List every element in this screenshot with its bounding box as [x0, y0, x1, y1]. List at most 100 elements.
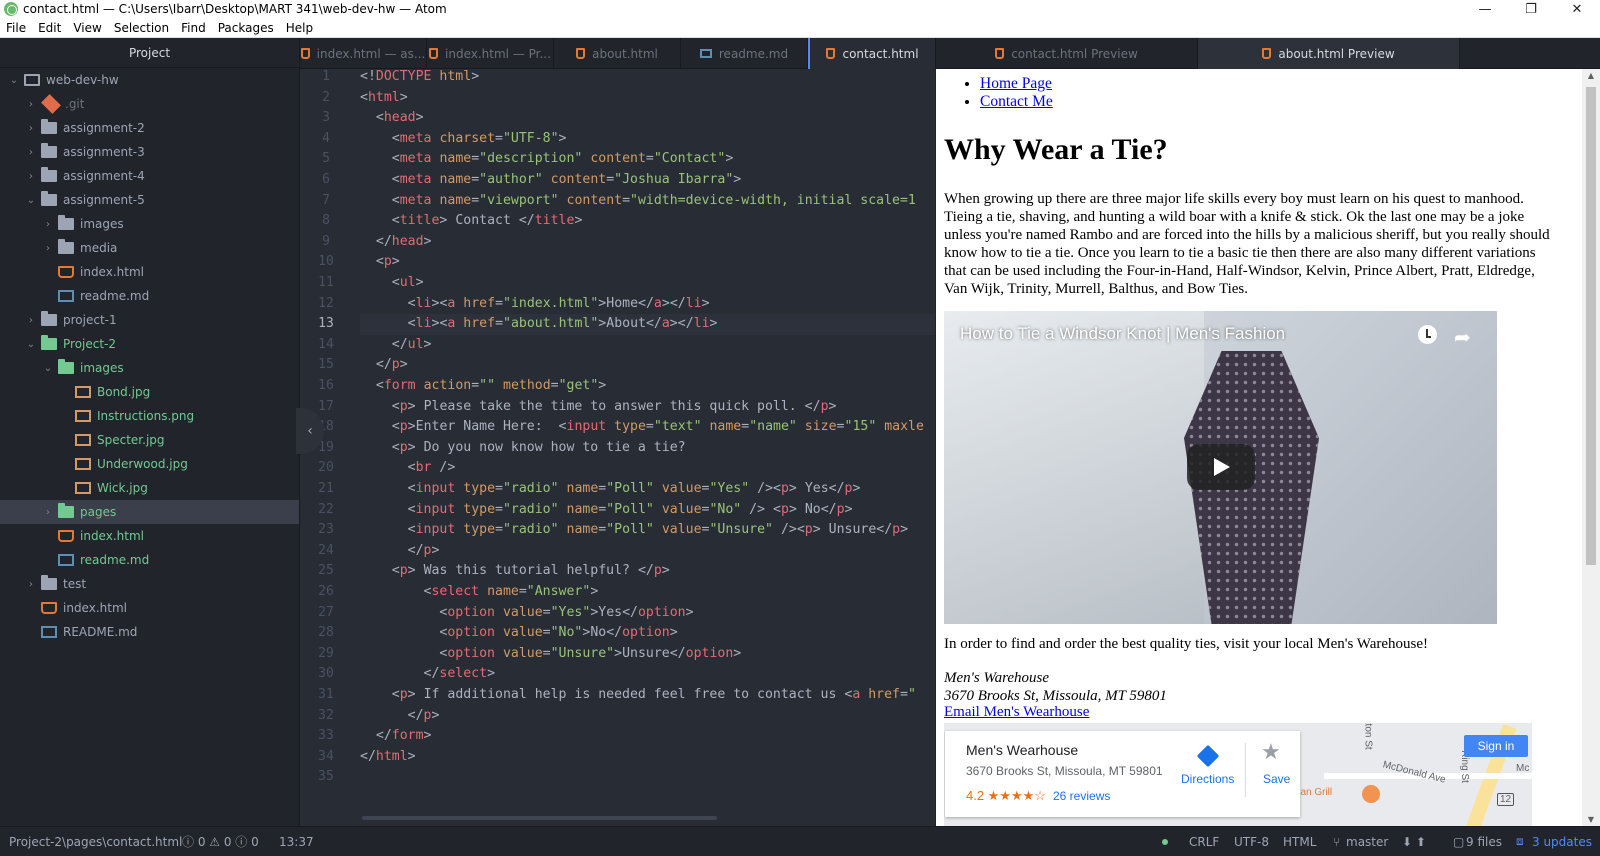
fetch-push-icons[interactable]: ⬇ ⬆: [1402, 827, 1426, 856]
package-updates[interactable]: 3 updates: [1532, 827, 1592, 856]
tree-item[interactable]: › assignment-3: [0, 140, 299, 164]
home-page-link[interactable]: Home Page: [980, 75, 1052, 92]
code-line[interactable]: </p>: [360, 541, 440, 562]
tree-item[interactable]: Specter.jpg: [0, 428, 299, 452]
video-player[interactable]: How to Tie a Windsor Knot | Men's Fashio…: [944, 311, 1497, 624]
cursor-position[interactable]: 13:37: [279, 827, 314, 856]
code-line[interactable]: <title> Contact </title>: [360, 211, 583, 232]
code-line[interactable]: </head>: [360, 232, 432, 253]
tree-item[interactable]: › pages: [0, 500, 299, 524]
chevron-icon[interactable]: ›: [25, 315, 37, 326]
grammar[interactable]: HTML: [1283, 827, 1316, 856]
changed-files[interactable]: 9 files: [1466, 827, 1502, 856]
code-line[interactable]: <li><a href="index.html">Home</a></li>: [360, 294, 710, 315]
git-branch[interactable]: master: [1346, 827, 1388, 856]
code-line[interactable]: <p> Was this tutorial helpful? </p>: [360, 561, 670, 582]
menu-find[interactable]: Find: [175, 21, 212, 35]
chevron-icon[interactable]: ›: [25, 123, 37, 134]
tab-about-preview[interactable]: about.html Preview: [1198, 38, 1460, 69]
chevron-icon[interactable]: ›: [42, 507, 54, 518]
code-line[interactable]: <ul>: [360, 273, 424, 294]
file-path[interactable]: Project-2\pages\contact.html: [9, 827, 182, 856]
code-line[interactable]: <br />: [360, 458, 456, 479]
chevron-icon[interactable]: ›: [25, 171, 37, 182]
tree-item[interactable]: › test: [0, 572, 299, 596]
tree-item[interactable]: index.html: [0, 596, 299, 620]
play-button[interactable]: [1187, 444, 1255, 490]
scrollbar-thumb[interactable]: [1586, 87, 1596, 565]
code-line[interactable]: <meta name="author" content="Joshua Ibar…: [360, 170, 741, 191]
code-line[interactable]: <select name="Answer">: [360, 582, 599, 603]
linter-diagnostics[interactable]: ⓘ 0 ⚠ 0 ⓘ 0: [182, 827, 259, 856]
close-button[interactable]: ✕: [1554, 0, 1600, 18]
star-icon[interactable]: ★: [1261, 739, 1281, 765]
code-line[interactable]: <option value="Yes">Yes</option>: [360, 603, 693, 624]
tree-item[interactable]: ⌄ web-dev-hw: [0, 68, 299, 92]
tab-index-pr[interactable]: index.html — Pr...: [427, 38, 554, 69]
tab-contact[interactable]: contact.html: [808, 38, 936, 69]
code-line[interactable]: <p> Please take the time to answer this …: [360, 397, 837, 418]
sign-in-button[interactable]: Sign in: [1464, 735, 1528, 757]
code-line[interactable]: <meta name="description" content="Contac…: [360, 149, 734, 170]
tree-item[interactable]: Bond.jpg: [0, 380, 299, 404]
code-line[interactable]: <input type="radio" name="Poll" value="U…: [360, 520, 908, 541]
code-line[interactable]: <input type="radio" name="Poll" value="N…: [360, 500, 853, 521]
tree-item[interactable]: README.md: [0, 620, 299, 644]
tree-item[interactable]: › .git: [0, 92, 299, 116]
maximize-button[interactable]: ❐: [1508, 0, 1554, 18]
tree-item[interactable]: Wick.jpg: [0, 476, 299, 500]
horizontal-scrollbar[interactable]: [362, 816, 717, 820]
code-line[interactable]: </select>: [360, 664, 495, 685]
share-icon[interactable]: ➦: [1454, 325, 1471, 349]
code-line[interactable]: <html>: [360, 88, 408, 109]
chevron-icon[interactable]: ⌄: [25, 339, 37, 350]
embedded-map[interactable]: Eaton St McDonald Ave Ring St lian Grill…: [944, 723, 1532, 826]
chevron-icon[interactable]: ›: [25, 99, 37, 110]
preview-scrollbar[interactable]: ▲ ▼: [1582, 69, 1600, 826]
code-line[interactable]: <p> If additional help is needed feel fr…: [360, 685, 916, 706]
reviews-link[interactable]: 26 reviews: [1053, 789, 1110, 803]
tree-item[interactable]: index.html: [0, 260, 299, 284]
directions-button[interactable]: Directions: [1181, 772, 1234, 786]
menu-help[interactable]: Help: [280, 21, 319, 35]
code-line[interactable]: <head>: [360, 108, 424, 129]
menu-edit[interactable]: Edit: [32, 21, 67, 35]
code-line[interactable]: <form action="" method="get">: [360, 376, 606, 397]
chevron-icon[interactable]: ›: [42, 243, 54, 254]
tab-about[interactable]: about.html: [554, 38, 681, 69]
encoding[interactable]: UTF-8: [1234, 827, 1269, 856]
tree-item[interactable]: readme.md: [0, 548, 299, 572]
code-line[interactable]: <meta charset="UTF-8">: [360, 129, 567, 150]
code-line[interactable]: <!DOCTYPE html>: [360, 69, 479, 88]
scroll-up-icon[interactable]: ▲: [1582, 71, 1600, 80]
tree-item[interactable]: ⌄ assignment-5: [0, 188, 299, 212]
chevron-icon[interactable]: ›: [42, 219, 54, 230]
code-line[interactable]: <p>: [360, 252, 400, 273]
menu-view[interactable]: View: [67, 21, 107, 35]
contact-me-link[interactable]: Contact Me: [980, 93, 1053, 110]
tree-item[interactable]: › assignment-2: [0, 116, 299, 140]
tree-item[interactable]: ⌄ Project-2: [0, 332, 299, 356]
map-pin-icon[interactable]: [1362, 785, 1380, 803]
code-line[interactable]: </p>: [360, 355, 408, 376]
code-line[interactable]: </p>: [360, 706, 440, 727]
tree-item[interactable]: index.html: [0, 524, 299, 548]
tree-item[interactable]: Instructions.png: [0, 404, 299, 428]
minimize-button[interactable]: —: [1462, 0, 1508, 18]
tree-item[interactable]: › assignment-4: [0, 164, 299, 188]
tree-item[interactable]: › project-1: [0, 308, 299, 332]
code-line[interactable]: <p> Do you now know how to tie a tie?: [360, 438, 686, 459]
code-line[interactable]: </html>: [360, 747, 416, 768]
menu-file[interactable]: File: [0, 21, 32, 35]
menu-packages[interactable]: Packages: [212, 21, 280, 35]
tree-item[interactable]: readme.md: [0, 284, 299, 308]
code-line[interactable]: <li><a href="about.html">About</a></li>: [360, 314, 935, 335]
code-line[interactable]: </form>: [360, 726, 432, 747]
code-line[interactable]: </ul>: [360, 335, 432, 356]
scroll-down-icon[interactable]: ▼: [1582, 815, 1600, 824]
chevron-icon[interactable]: ›: [25, 147, 37, 158]
code-line[interactable]: <p>Enter Name Here: <input type="text" n…: [360, 417, 924, 438]
tab-contact-preview[interactable]: contact.html Preview: [936, 38, 1198, 69]
tab-readme[interactable]: readme.md: [681, 38, 808, 69]
chevron-icon[interactable]: ⌄: [8, 75, 20, 86]
